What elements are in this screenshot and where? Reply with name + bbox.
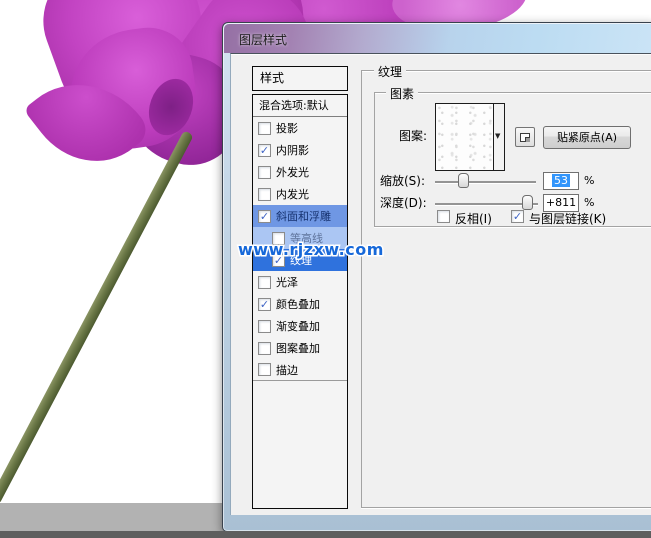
elements-group: 图素 图案: ▼ 贴紧原点(A) 缩放(S): 53 % <box>374 92 651 227</box>
sidebar-style-item[interactable]: 描边 <box>253 359 347 381</box>
style-list: 混合选项:默认 投影 ✓ 内阴影 外发光 内发光 ✓ 斜面和浮雕 等高线 ✓ 纹… <box>252 94 348 509</box>
sidebar-style-item[interactable]: ✓ 内阴影 <box>253 139 347 161</box>
pattern-dropdown[interactable]: ▼ <box>493 104 504 170</box>
link-with-layer-label: 与图层链接(K) <box>529 210 606 227</box>
depth-value: +811 <box>546 196 576 209</box>
style-checkbox[interactable] <box>258 363 271 376</box>
depth-label: 深度(D): <box>380 194 427 211</box>
style-item-label: 内阴影 <box>276 142 309 158</box>
scale-label: 缩放(S): <box>380 172 425 189</box>
new-pattern-icon <box>520 133 530 142</box>
pattern-picker[interactable]: ▼ <box>435 103 505 171</box>
dialog-titlebar[interactable]: 图层样式 <box>224 24 651 53</box>
scale-value: 53 <box>552 174 570 187</box>
flower-stem <box>0 130 194 505</box>
style-item-label: 描边 <box>276 362 298 378</box>
snap-to-origin-button[interactable]: 贴紧原点(A) <box>543 126 631 149</box>
sidebar-style-item[interactable]: 图案叠加 <box>253 337 347 359</box>
invert-checkbox[interactable] <box>437 210 450 223</box>
style-checkbox[interactable]: ✓ <box>258 144 271 157</box>
link-with-layer-checkbox[interactable]: ✓ <box>511 210 524 223</box>
pattern-label: 图案: <box>399 127 427 144</box>
sidebar-style-item[interactable]: ✓ 斜面和浮雕 <box>253 205 347 227</box>
watermark: www.rjzxw.com <box>238 240 384 259</box>
style-checkbox[interactable] <box>258 320 271 333</box>
style-item-label: 斜面和浮雕 <box>276 208 331 224</box>
texture-group-label: 纹理 <box>374 63 406 80</box>
sidebar-style-item[interactable]: 光泽 <box>253 271 347 293</box>
style-checkbox[interactable] <box>258 276 271 289</box>
depth-unit: % <box>584 196 594 209</box>
style-checkbox[interactable] <box>258 188 271 201</box>
new-pattern-button[interactable] <box>515 127 535 147</box>
style-checkbox[interactable] <box>258 342 271 355</box>
style-checkbox[interactable]: ✓ <box>258 298 271 311</box>
style-checkbox[interactable] <box>258 122 271 135</box>
sidebar-style-item[interactable]: 外发光 <box>253 161 347 183</box>
style-item-label: 外发光 <box>276 164 309 180</box>
dialog-title: 图层样式 <box>239 31 287 48</box>
style-checkbox[interactable] <box>258 166 271 179</box>
style-item-label: 投影 <box>276 120 298 136</box>
sidebar-style-item[interactable]: 渐变叠加 <box>253 315 347 337</box>
layer-style-dialog: 图层样式 样式 混合选项:默认 投影 ✓ 内阴影 外发光 内发光 ✓ 斜面和浮雕… <box>222 22 651 532</box>
scale-slider[interactable] <box>435 181 536 183</box>
elements-group-label: 图素 <box>386 85 418 102</box>
sidebar-style-item[interactable]: ✓ 颜色叠加 <box>253 293 347 315</box>
invert-label: 反相(I) <box>455 210 492 227</box>
style-item-label: 渐变叠加 <box>276 318 320 334</box>
texture-group: 纹理 图素 图案: ▼ 贴紧原点(A) 缩放(S): 53 <box>361 70 651 508</box>
styles-header[interactable]: 样式 <box>252 66 348 91</box>
style-item-label: 图案叠加 <box>276 340 320 356</box>
dialog-content: 样式 混合选项:默认 投影 ✓ 内阴影 外发光 内发光 ✓ 斜面和浮雕 等高线 … <box>230 53 651 515</box>
style-item-label: 光泽 <box>276 274 298 290</box>
scale-unit: % <box>584 174 594 187</box>
chevron-down-icon: ▼ <box>495 132 500 140</box>
depth-slider-thumb[interactable] <box>522 195 533 210</box>
sidebar-style-item[interactable]: 内发光 <box>253 183 347 205</box>
depth-slider[interactable] <box>435 203 538 205</box>
bottom-bar <box>0 531 651 538</box>
scale-value-field[interactable]: 53 <box>543 172 579 190</box>
style-checkbox[interactable]: ✓ <box>258 210 271 223</box>
style-item-label: 内发光 <box>276 186 309 202</box>
scale-slider-thumb[interactable] <box>458 173 469 188</box>
sidebar-item-blending-options[interactable]: 混合选项:默认 <box>253 95 347 117</box>
sidebar-style-item[interactable]: 投影 <box>253 117 347 139</box>
style-item-label: 颜色叠加 <box>276 296 320 312</box>
